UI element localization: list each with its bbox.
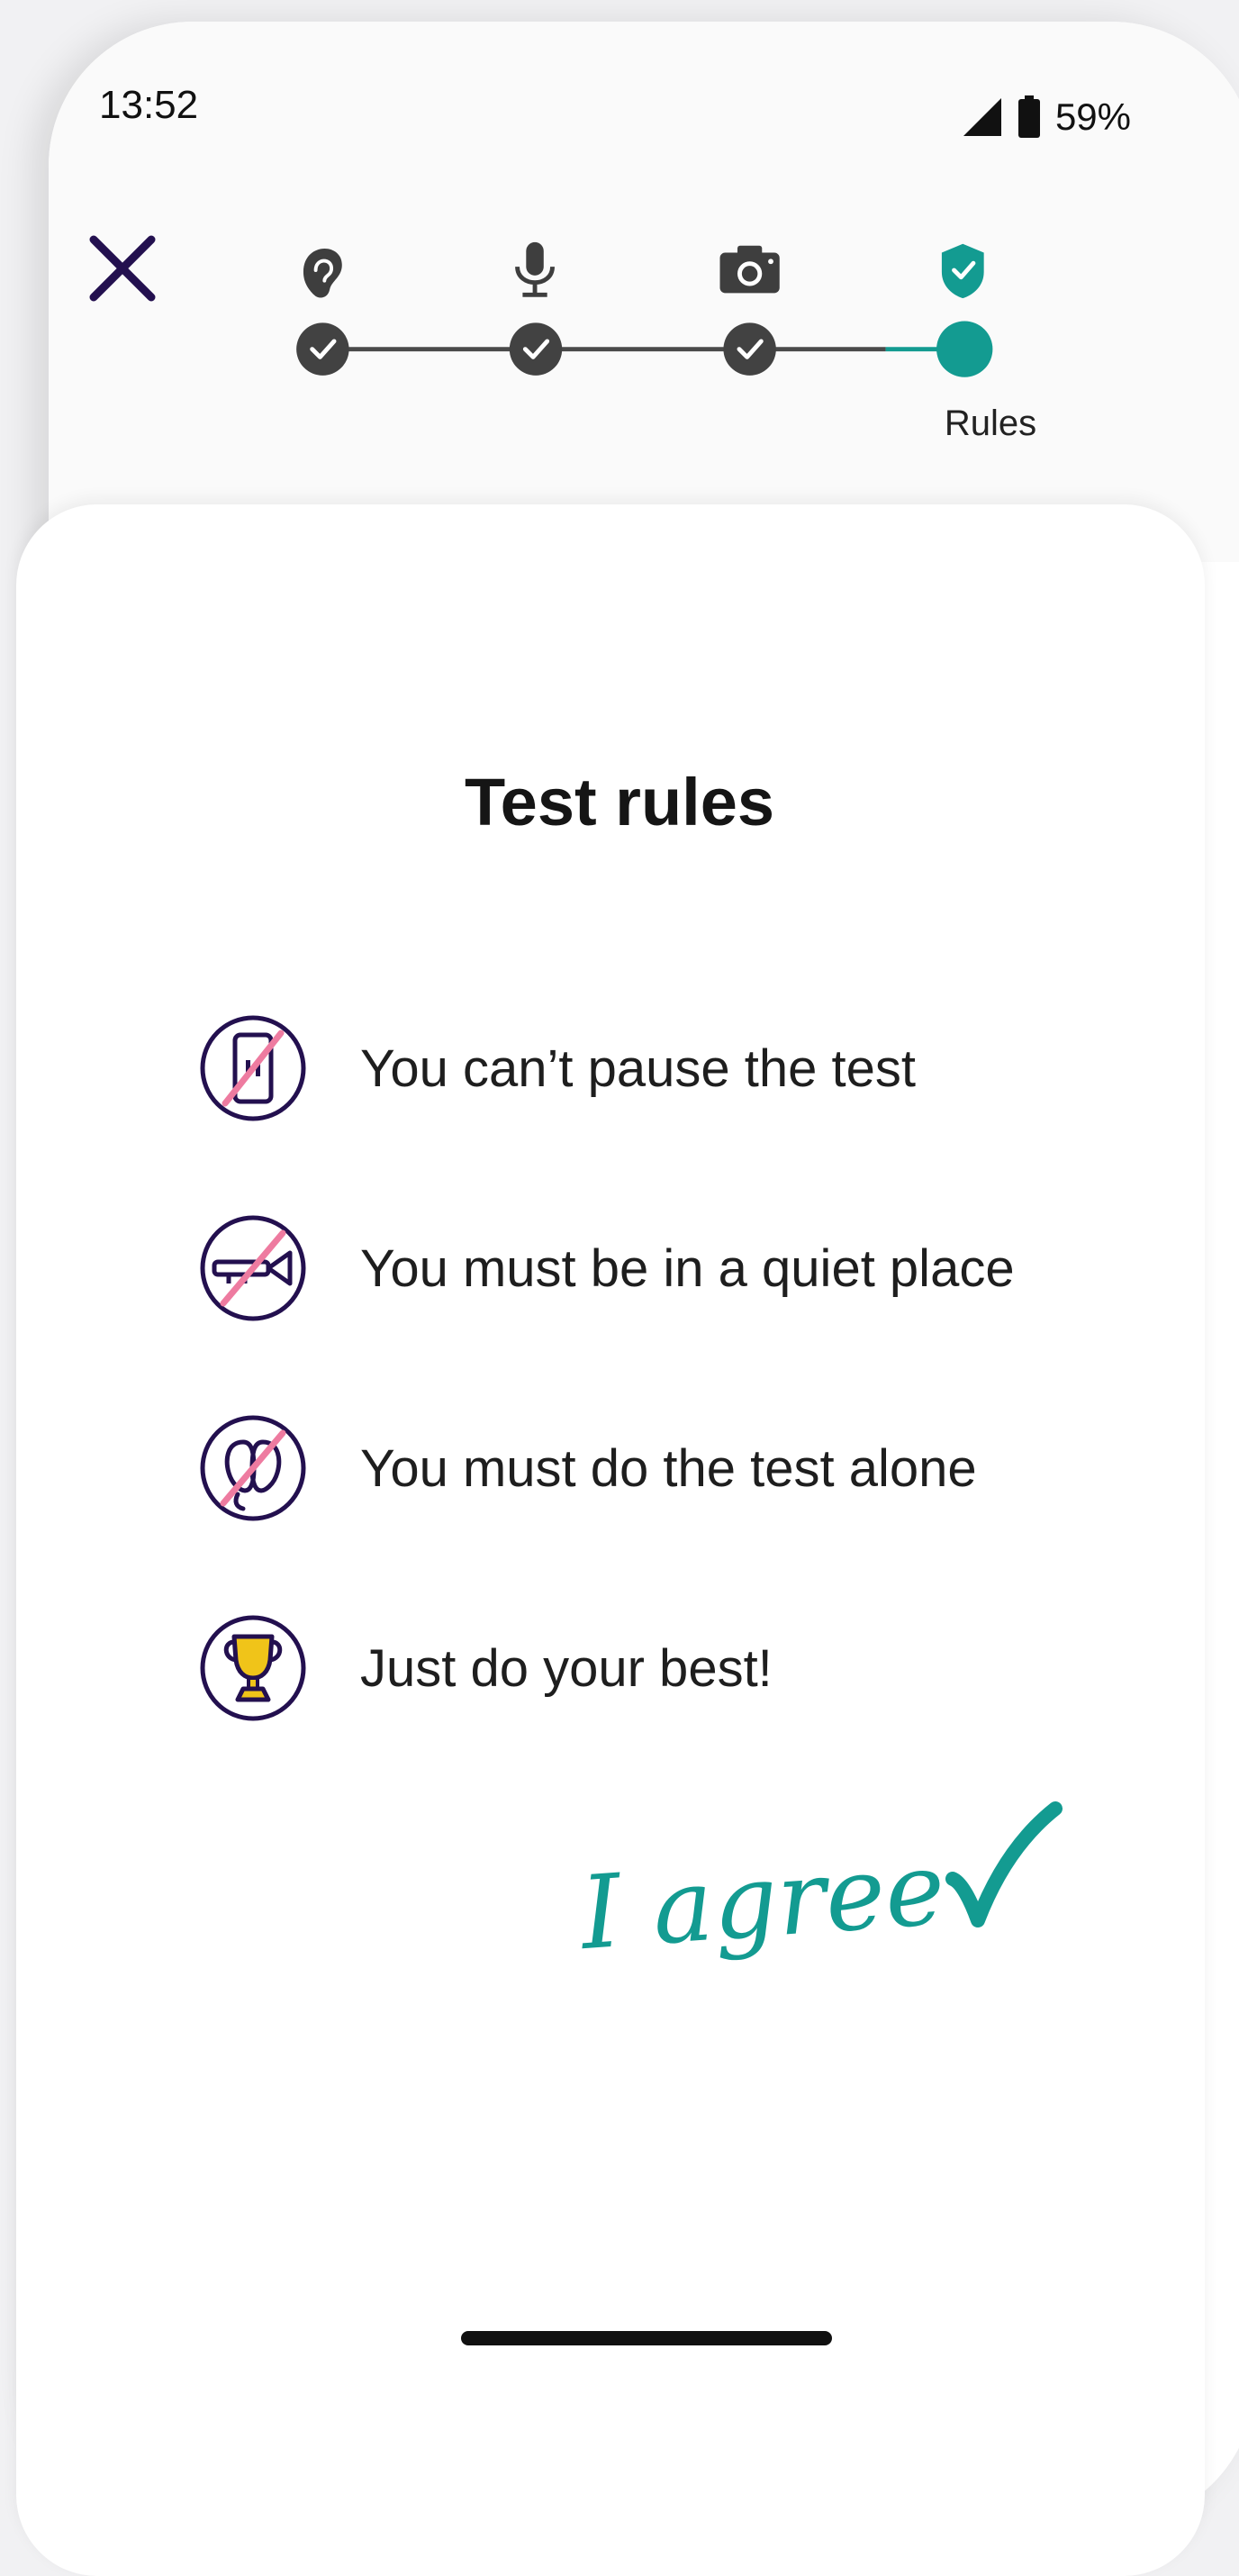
camera-icon (719, 245, 780, 294)
rules-list: You can’t pause the test You must be in … (198, 1013, 1171, 1813)
check-icon (945, 1801, 1063, 1927)
no-noise-icon (200, 1215, 306, 1321)
home-indicator[interactable] (461, 2331, 832, 2345)
step-node-1 (296, 322, 349, 376)
step-node-2 (509, 322, 563, 376)
progress-stepper (296, 241, 993, 377)
agree-label: I agree (576, 1830, 949, 1973)
rule-item: You must do the test alone (198, 1413, 1171, 1523)
rule-item: Just do your best! (198, 1613, 1171, 1723)
step-node-current (936, 321, 993, 377)
rule-text: You must do the test alone (360, 1438, 977, 1498)
page-title: Test rules (464, 765, 775, 839)
rule-text: You can’t pause the test (360, 1039, 916, 1098)
rule-item: You can’t pause the test (198, 1013, 1171, 1123)
current-step-label: Rules (944, 404, 1037, 443)
no-pause-icon (200, 1015, 306, 1121)
rule-text: You must be in a quiet place (360, 1238, 1015, 1298)
trophy-icon (200, 1615, 306, 1721)
rule-item: You must be in a quiet place (198, 1213, 1171, 1323)
no-company-icon (200, 1415, 306, 1521)
rule-text: Just do your best! (360, 1638, 773, 1698)
agree-button[interactable]: I agree (576, 1801, 1081, 2009)
ear-icon (303, 249, 342, 298)
microphone-icon (515, 241, 555, 297)
step-node-3 (723, 322, 776, 376)
shield-check-icon (941, 243, 984, 299)
